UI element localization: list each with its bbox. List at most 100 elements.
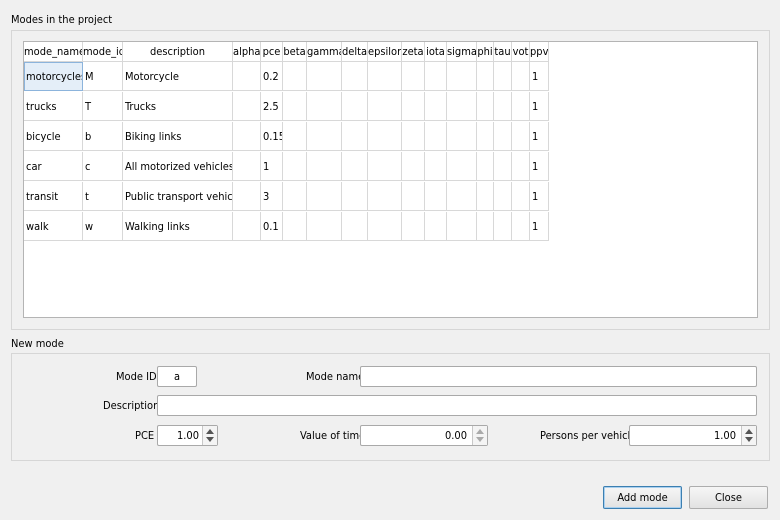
table-cell-alpha[interactable] xyxy=(233,182,261,211)
modes-table[interactable]: mode_name mode_id description alpha pce beta g… xyxy=(23,41,758,318)
column-header-epsilon[interactable]: epsilon xyxy=(368,42,402,62)
mode-id-field[interactable]: a xyxy=(157,366,197,387)
table-cell-gamma[interactable] xyxy=(307,212,342,241)
close-button[interactable]: Close xyxy=(689,486,768,509)
table-cell-zeta[interactable] xyxy=(402,152,425,181)
table-cell-pce[interactable]: 0.15 xyxy=(261,122,283,151)
table-cell-epsilon[interactable] xyxy=(368,62,402,91)
table-cell-beta[interactable] xyxy=(283,122,307,151)
table-cell-sigma[interactable] xyxy=(447,92,477,121)
table-cell-mode-name[interactable]: trucks xyxy=(24,92,83,121)
table-cell-mode-id[interactable]: M xyxy=(83,62,123,91)
table-cell-epsilon[interactable] xyxy=(368,152,402,181)
column-header-tau[interactable]: tau xyxy=(494,42,512,62)
table-cell-alpha[interactable] xyxy=(233,92,261,121)
table-cell-pce[interactable]: 2.5 xyxy=(261,92,283,121)
table-cell-tau[interactable] xyxy=(494,182,512,211)
table-cell-beta[interactable] xyxy=(283,152,307,181)
column-header-beta[interactable]: beta xyxy=(283,42,307,62)
table-cell-description[interactable]: Walking links xyxy=(123,212,233,241)
column-header-vot[interactable]: vot xyxy=(512,42,530,62)
column-header-pce[interactable]: pce xyxy=(261,42,283,62)
table-cell-ppv[interactable]: 1 xyxy=(530,212,549,241)
table-cell-sigma[interactable] xyxy=(447,62,477,91)
table-cell-epsilon[interactable] xyxy=(368,122,402,151)
table-cell-alpha[interactable] xyxy=(233,122,261,151)
table-cell-vot[interactable] xyxy=(512,212,530,241)
table-cell-sigma[interactable] xyxy=(447,122,477,151)
table-cell-epsilon[interactable] xyxy=(368,182,402,211)
column-header-alpha[interactable]: alpha xyxy=(233,42,261,62)
table-cell-zeta[interactable] xyxy=(402,122,425,151)
ppv-spinbox[interactable]: 1.00 xyxy=(629,425,757,446)
table-cell-phi[interactable] xyxy=(477,62,494,91)
table-cell-phi[interactable] xyxy=(477,122,494,151)
table-cell-vot[interactable] xyxy=(512,92,530,121)
table-cell-ppv[interactable]: 1 xyxy=(530,182,549,211)
table-cell-beta[interactable] xyxy=(283,92,307,121)
table-cell-iota[interactable] xyxy=(425,122,447,151)
table-cell-mode-name[interactable]: motorcycles xyxy=(24,62,83,91)
table-cell-vot[interactable] xyxy=(512,182,530,211)
table-cell-mode-name[interactable]: car xyxy=(24,152,83,181)
table-cell-gamma[interactable] xyxy=(307,62,342,91)
table-cell-description[interactable]: Biking links xyxy=(123,122,233,151)
table-cell-iota[interactable] xyxy=(425,92,447,121)
ppv-spin-arrows[interactable] xyxy=(741,426,756,445)
table-cell-mode-id[interactable]: w xyxy=(83,212,123,241)
table-cell-mode-id[interactable]: t xyxy=(83,182,123,211)
table-cell-ppv[interactable]: 1 xyxy=(530,62,549,91)
column-header-phi[interactable]: phi xyxy=(477,42,494,62)
table-cell-iota[interactable] xyxy=(425,62,447,91)
column-header-mode-id[interactable]: mode_id xyxy=(83,42,123,62)
table-cell-mode-name[interactable]: transit xyxy=(24,182,83,211)
table-cell-pce[interactable]: 1 xyxy=(261,152,283,181)
vot-spinbox[interactable]: 0.00 xyxy=(360,425,488,446)
table-cell-delta[interactable] xyxy=(342,212,368,241)
table-cell-pce[interactable]: 0.2 xyxy=(261,62,283,91)
table-cell-pce[interactable]: 3 xyxy=(261,182,283,211)
table-cell-beta[interactable] xyxy=(283,212,307,241)
table-cell-zeta[interactable] xyxy=(402,62,425,91)
table-cell-iota[interactable] xyxy=(425,152,447,181)
spin-up-icon[interactable] xyxy=(476,429,484,434)
table-cell-vot[interactable] xyxy=(512,152,530,181)
spin-up-icon[interactable] xyxy=(745,429,753,434)
table-cell-mode-name[interactable]: walk xyxy=(24,212,83,241)
table-cell-delta[interactable] xyxy=(342,92,368,121)
table-cell-zeta[interactable] xyxy=(402,212,425,241)
table-cell-delta[interactable] xyxy=(342,62,368,91)
table-cell-sigma[interactable] xyxy=(447,212,477,241)
table-cell-zeta[interactable] xyxy=(402,92,425,121)
table-cell-delta[interactable] xyxy=(342,182,368,211)
table-cell-tau[interactable] xyxy=(494,62,512,91)
table-cell-alpha[interactable] xyxy=(233,152,261,181)
table-cell-alpha[interactable] xyxy=(233,62,261,91)
table-cell-gamma[interactable] xyxy=(307,182,342,211)
spin-down-icon[interactable] xyxy=(745,437,753,442)
table-cell-mode-id[interactable]: b xyxy=(83,122,123,151)
table-cell-gamma[interactable] xyxy=(307,92,342,121)
table-cell-zeta[interactable] xyxy=(402,182,425,211)
table-cell-ppv[interactable]: 1 xyxy=(530,92,549,121)
description-field[interactable] xyxy=(157,395,757,416)
table-cell-gamma[interactable] xyxy=(307,122,342,151)
spin-down-icon[interactable] xyxy=(206,437,214,442)
table-cell-alpha[interactable] xyxy=(233,212,261,241)
table-cell-iota[interactable] xyxy=(425,212,447,241)
column-header-ppv[interactable]: ppv xyxy=(530,42,549,62)
column-header-mode-name[interactable]: mode_name xyxy=(24,42,83,62)
table-cell-sigma[interactable] xyxy=(447,152,477,181)
column-header-description[interactable]: description xyxy=(123,42,233,62)
vot-spin-arrows[interactable] xyxy=(472,426,487,445)
table-cell-phi[interactable] xyxy=(477,182,494,211)
column-header-sigma[interactable]: sigma xyxy=(447,42,477,62)
column-header-delta[interactable]: delta xyxy=(342,42,368,62)
pce-spin-arrows[interactable] xyxy=(202,426,217,445)
table-cell-epsilon[interactable] xyxy=(368,92,402,121)
pce-spinbox[interactable]: 1.00 xyxy=(157,425,218,446)
table-cell-description[interactable]: All motorized vehicles xyxy=(123,152,233,181)
table-cell-mode-id[interactable]: T xyxy=(83,92,123,121)
table-cell-vot[interactable] xyxy=(512,62,530,91)
spin-up-icon[interactable] xyxy=(206,429,214,434)
